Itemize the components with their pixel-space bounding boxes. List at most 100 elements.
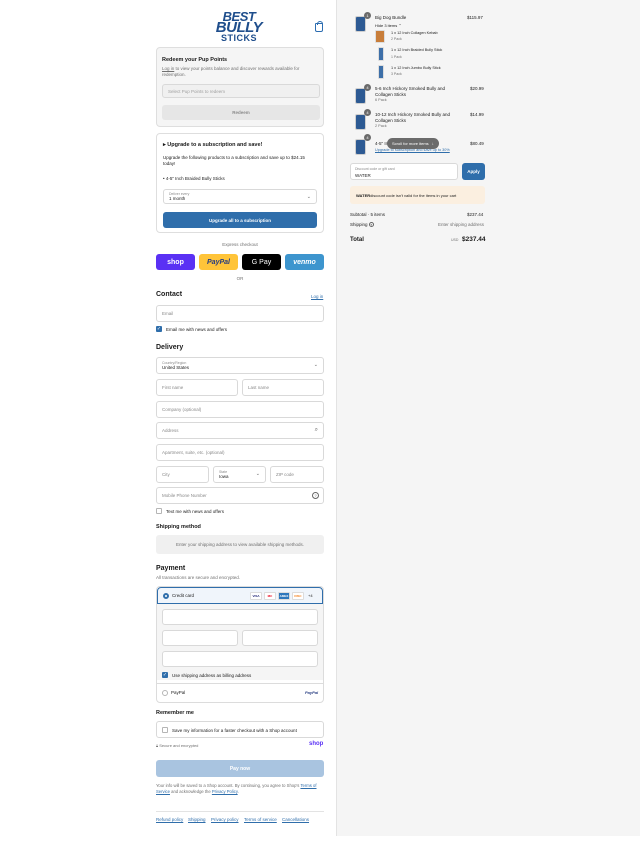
pup-points-select[interactable]: Select Pup Points to redeem: [162, 84, 320, 98]
arrow-down-icon: ↓: [431, 141, 434, 146]
paypal-option[interactable]: PayPal PayPal: [157, 683, 323, 703]
quantity-badge: 4: [364, 109, 371, 116]
upgrade-subscription-button[interactable]: Upgrade all to a subscription: [163, 212, 317, 228]
refund-policy-link[interactable]: Refund policy: [156, 817, 183, 822]
payment-subtitle: All transactions are secure and encrypte…: [156, 575, 241, 580]
amex-icon: AMEX: [278, 592, 290, 600]
item-variant: 2 Pack: [375, 124, 387, 128]
email-field[interactable]: Email: [156, 305, 324, 322]
card-number-field[interactable]: [162, 609, 318, 625]
search-icon: ⌕: [314, 427, 318, 433]
country-value: United States: [162, 365, 190, 370]
subscription-item: • 4-5" Inch Braided Bully Sticks: [163, 176, 225, 181]
company-field[interactable]: Company (optional): [156, 401, 324, 418]
child-item-sub: 2 Pack: [391, 37, 402, 41]
card-form: ✓ Use shipping address as billing addres…: [157, 604, 323, 680]
zip-field[interactable]: ZIP code: [270, 466, 324, 483]
credit-card-option[interactable]: Credit card VISA MC AMEX DISC +4: [157, 587, 323, 604]
save-info-checkbox[interactable]: [162, 727, 168, 733]
last-name-field[interactable]: Last name: [242, 379, 324, 396]
credit-card-radio[interactable]: [163, 593, 169, 599]
contact-login-link[interactable]: Log in: [311, 294, 323, 299]
quantity-badge: 4: [364, 134, 371, 141]
item-price: $20.99: [470, 86, 484, 91]
card-cvv-field[interactable]: [242, 630, 318, 646]
order-summary: 1 Big Dog Bundle $115.97 Hide 3 items ⌃ …: [336, 0, 640, 836]
cancellations-link[interactable]: Cancellations: [282, 817, 309, 822]
product-image: [355, 16, 366, 32]
news-checkbox-label: Email me with news and offers: [166, 327, 227, 332]
currency-label: USD: [451, 238, 459, 242]
phone-placeholder: Mobile Phone Number: [162, 493, 207, 498]
save-info-option[interactable]: Save my information for a faster checkou…: [156, 721, 324, 738]
product-image: [355, 114, 366, 130]
chevron-down-icon: ⌄: [255, 471, 260, 477]
card-expiry-field[interactable]: [162, 630, 238, 646]
city-field[interactable]: City: [156, 466, 209, 483]
news-checkbox[interactable]: ✓: [156, 326, 162, 332]
text-news-label: Text me with news and offers: [166, 509, 224, 514]
help-icon[interactable]: ?: [312, 492, 319, 499]
legal-text: Your info will be saved to a Shop accoun…: [156, 783, 324, 795]
address-field[interactable]: Address ⌕: [156, 422, 324, 439]
cart-bag-icon[interactable]: [315, 21, 323, 32]
terms-of-service-link[interactable]: Terms of service: [244, 817, 277, 822]
checkout-main: BEST BULLY STICKS Redeem your Pup Points…: [0, 0, 336, 863]
or-divider: OR: [236, 276, 244, 281]
delivery-title: Delivery: [156, 344, 184, 351]
shipping-label-text: Shipping: [350, 222, 368, 227]
paypal-button[interactable]: PayPal: [199, 254, 238, 270]
redeem-button[interactable]: Redeem: [162, 105, 320, 120]
brand-logo[interactable]: BEST BULLY STICKS: [208, 10, 270, 43]
total-value: $237.44: [462, 236, 486, 243]
scroll-hint[interactable]: Scroll for more items ↓: [387, 138, 439, 149]
card-name-field[interactable]: [162, 651, 318, 667]
pup-points-title: Redeem your Pup Points: [162, 57, 228, 63]
shop-pay-button[interactable]: shop: [156, 254, 195, 270]
privacy-link[interactable]: Privacy Policy: [212, 789, 238, 794]
contact-title: Contact: [156, 291, 183, 298]
first-name-field[interactable]: First name: [156, 379, 238, 396]
privacy-policy-link[interactable]: Privacy policy: [211, 817, 239, 822]
country-select[interactable]: Country/Region United States ⌄: [156, 357, 324, 374]
apartment-field[interactable]: Apartment, suite, etc. (optional): [156, 444, 324, 461]
discount-code-field[interactable]: Discount code or gift card WATER: [350, 163, 458, 180]
child-item-sub: 1 Pack: [391, 55, 402, 59]
delivery-frequency-select[interactable]: Deliver every 1 month ⌄: [163, 189, 317, 204]
apply-discount-button[interactable]: Apply: [462, 163, 485, 180]
item-variant: 6 Pack: [375, 98, 387, 102]
pup-points-login-link[interactable]: Log in: [162, 66, 174, 71]
secure-note: 🔒︎ Secure and encrypted: [156, 743, 198, 748]
pup-points-panel: Redeem your Pup Points Log in to view yo…: [156, 47, 324, 127]
quantity-badge: 4: [364, 84, 371, 91]
paypal-radio[interactable]: [162, 690, 168, 696]
visa-icon: VISA: [250, 592, 262, 600]
address-placeholder: Address: [162, 428, 179, 433]
pay-now-button[interactable]: Pay now: [156, 760, 324, 777]
state-select[interactable]: State Iowa ⌄: [213, 466, 266, 483]
total-label: Total: [350, 237, 364, 243]
quantity-badge: 1: [364, 12, 371, 19]
shipping-method-title: Shipping method: [156, 524, 201, 530]
discount-code-label: Discount code or gift card: [355, 167, 395, 171]
subscription-upsell-panel: ▸ Upgrade to a subscription and save! Up…: [156, 133, 324, 233]
state-value: Iowa: [219, 474, 229, 479]
text-news-checkbox[interactable]: [156, 508, 162, 514]
billing-checkbox[interactable]: ✓: [162, 672, 168, 678]
subscription-title-text: Upgrade to a subscription and save!: [167, 142, 263, 148]
info-icon[interactable]: ?: [368, 222, 374, 227]
item-price: $80.49: [470, 141, 484, 146]
shipping-link[interactable]: Shipping: [188, 817, 206, 822]
venmo-button[interactable]: venmo: [285, 254, 324, 270]
child-item-name: 1 x 12 Inch Braided Bully Stick: [391, 48, 443, 52]
footer-divider: [156, 811, 324, 812]
child-image: [378, 65, 384, 79]
hide-items-toggle[interactable]: Hide 3 items ⌃: [375, 23, 402, 28]
chevron-up-icon: ⌃: [398, 23, 402, 28]
item-name: 5-6 Inch Hickory Smoked Bully and Collag…: [375, 86, 446, 97]
phone-field[interactable]: Mobile Phone Number ?: [156, 487, 324, 504]
google-pay-button[interactable]: G Pay: [242, 254, 281, 270]
subtotal-label: Subtotal · 5 items: [350, 212, 386, 217]
legal-text-end: .: [237, 789, 239, 794]
hide-items-label: Hide 3 items: [375, 23, 398, 28]
